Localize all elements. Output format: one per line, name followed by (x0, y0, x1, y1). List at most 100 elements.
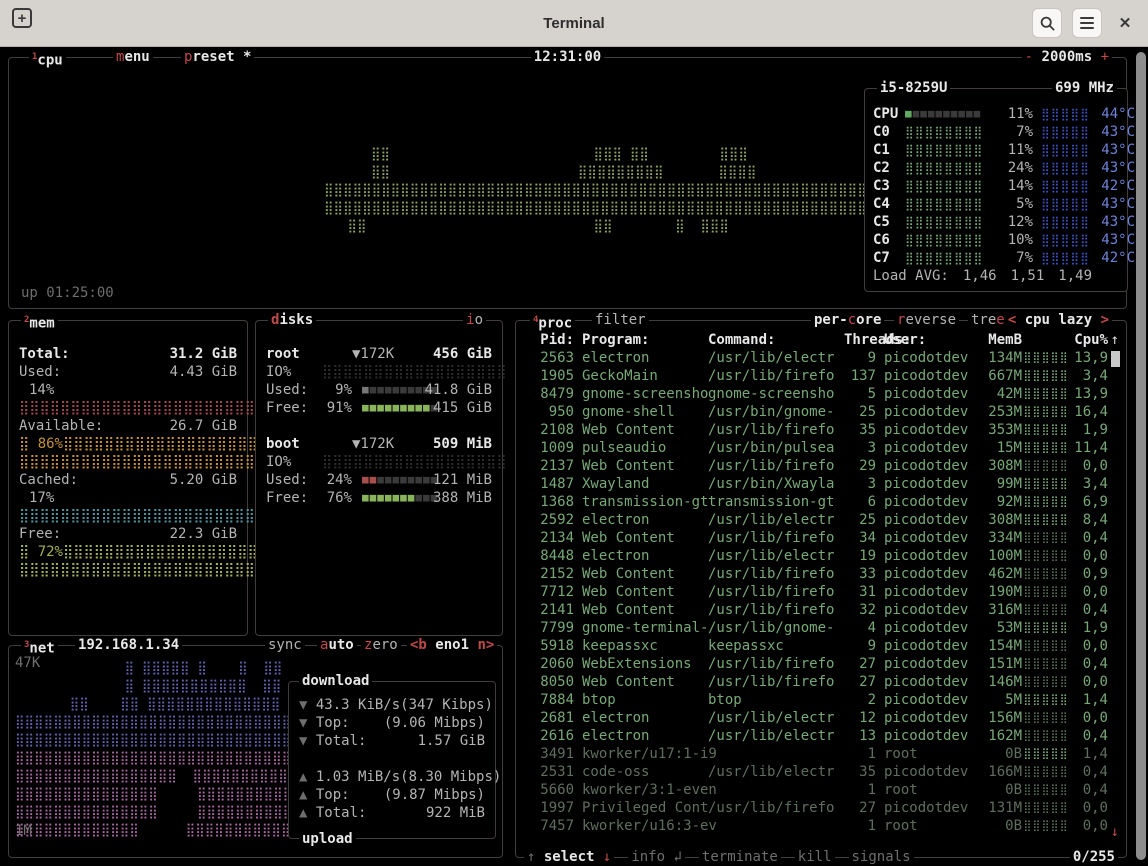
proc-threads: 6 (844, 493, 876, 511)
process-row[interactable]: 1368transmission-gttransmission-gt6picod… (524, 493, 1108, 511)
menu-button[interactable] (1072, 8, 1102, 38)
net-interface-switch[interactable]: <b eno1 n> (407, 636, 497, 654)
sort-right-arrow: > (1101, 312, 1109, 328)
proc-command: keepassxc (708, 637, 844, 655)
proc-threads: 13 (844, 727, 876, 745)
core-temp-graph: ⣿⣿⣿⣿⣿⣿ (1033, 213, 1089, 231)
mem-value: 4.43 GiB (170, 363, 237, 381)
reverse-button[interactable]: reverse (894, 311, 959, 329)
col-program[interactable]: Program: (574, 331, 708, 349)
process-row[interactable]: 2592electron/usr/lib/electr25picodotdev3… (524, 511, 1108, 529)
select-button[interactable]: ↑ select ↓ (524, 848, 614, 866)
net-auto-button[interactable]: auto (317, 636, 357, 654)
process-row[interactable]: 2108Web Content/usr/lib/firefo35picodotd… (524, 421, 1108, 439)
disk-usage-row: Used:24%■■■■■■■■■■121 MiB (266, 471, 492, 489)
process-row[interactable]: 2141Web Content/usr/lib/firefo32picodotd… (524, 601, 1108, 619)
process-row[interactable]: 2134Web Content/usr/lib/firefo34picodotd… (524, 529, 1108, 547)
signals-button[interactable]: signals (849, 848, 914, 866)
process-row[interactable]: 7457kworker/u16:3-ev1root0B⣿⣿⣿⣿⣿0,0 (524, 817, 1108, 835)
process-row[interactable]: 1997Privileged Cont/usr/lib/firefo27pico… (524, 799, 1108, 817)
process-row[interactable]: 2531code-oss/usr/lib/electr35picodotdev1… (524, 763, 1108, 781)
net-info-value: (347 Kibps) (400, 696, 493, 714)
process-row[interactable]: 5660kworker/3:1-even1root0B⣿⣿⣿⣿⣿0,4 (524, 781, 1108, 799)
proc-command: /usr/lib/firefo (708, 583, 844, 601)
core-name: C1 (873, 141, 905, 159)
proc-cpu: 3,4 (1070, 475, 1108, 493)
terminal-scrollbar-thumb[interactable] (1136, 52, 1146, 860)
proc-scroll-down-icon[interactable]: ↓ (1111, 824, 1119, 840)
net-info-label: ▼ 43.3 KiB/s (299, 696, 400, 714)
disk-name: boot (266, 436, 300, 452)
proc-threads: 35 (844, 421, 876, 439)
disk-io-rate[interactable]: ▼172K (352, 435, 394, 453)
process-row[interactable]: 2060WebExtensions/usr/lib/firefo27picodo… (524, 655, 1108, 673)
process-row[interactable]: 7799gnome-terminal-/usr/lib/gnome-4picod… (524, 619, 1108, 637)
proc-scroll-up-icon[interactable]: ↑ (1111, 332, 1119, 348)
net-zero-button[interactable]: zero (361, 636, 401, 654)
process-row[interactable]: 2137Web Content/usr/lib/firefo29picodotd… (524, 457, 1108, 475)
proc-program: Web Content (574, 601, 708, 619)
disk-io-rate[interactable]: ▼172K (352, 345, 394, 363)
net-info-label: ▲ 1.03 MiB/s (299, 768, 400, 786)
process-row[interactable]: 2616electron/usr/lib/electr13picodotdev1… (524, 727, 1108, 745)
proc-cpu: 0,9 (1070, 565, 1108, 583)
filter-button[interactable]: filter (592, 311, 649, 329)
process-row[interactable]: 7884btopbtop2picodotdev5M⣿⣿⣿⣿⣿1,4 (524, 691, 1108, 709)
update-interval[interactable]: - 2000ms + (1022, 48, 1112, 66)
net-info-row: ▲ Top:(9.87 Mibps) (299, 786, 485, 804)
core-temperature: 44°C (1089, 105, 1135, 123)
proc-cpu: 0,0 (1070, 673, 1108, 691)
process-row[interactable]: 8448electron/usr/lib/electr19picodotdev1… (524, 547, 1108, 565)
mem-percent: 86% (38, 436, 63, 452)
col-command[interactable]: Command: (708, 331, 844, 349)
disk-usage-label: Used: (266, 382, 308, 398)
io-mode-button[interactable]: io (463, 311, 486, 329)
process-row[interactable]: 1905GeckoMain/usr/lib/firefo137picodotde… (524, 367, 1108, 385)
process-row[interactable]: 7712Web Content/usr/lib/firefo31picodotd… (524, 583, 1108, 601)
preset-button[interactable]: preset * (181, 48, 254, 66)
kill-button[interactable]: kill (795, 848, 835, 866)
terminate-button[interactable]: terminate (699, 848, 781, 866)
process-row[interactable]: 2152Web Content/usr/lib/firefo33picodotd… (524, 565, 1108, 583)
col-user[interactable]: User: (876, 331, 976, 349)
proc-scrollbar-thumb[interactable] (1111, 351, 1120, 367)
net-sync-button[interactable]: sync (265, 636, 305, 654)
menu-button-btop[interactable]: menu (113, 48, 153, 66)
col-memb[interactable]: MemB (976, 331, 1022, 349)
terminal-scrollbar[interactable] (1135, 52, 1147, 860)
search-button[interactable] (1032, 8, 1062, 38)
process-row[interactable]: 8479gnome-screenshognome-screensho5picod… (524, 385, 1108, 403)
disk-header-row: boot▼172K509 MiB (266, 435, 492, 453)
process-row[interactable]: 950gnome-shell/usr/bin/gnome-25picodotde… (524, 403, 1108, 421)
net-box-title[interactable]: 3net (21, 636, 58, 654)
proc-box-title[interactable]: 4proc (530, 311, 575, 329)
close-button[interactable]: ✕ (1112, 8, 1138, 38)
proc-cpu-graph: ⣿⣿⣿⣿⣿ (1022, 529, 1070, 547)
proc-mem: 154M (976, 637, 1022, 655)
info-button[interactable]: info ↲ (628, 848, 685, 866)
col-cpu[interactable]: Cpu% (1070, 331, 1108, 349)
col-threads[interactable]: Threads: (844, 331, 876, 349)
process-row[interactable]: 2681electron/usr/lib/electr12picodotdev1… (524, 709, 1108, 727)
col-pid[interactable]: Pid: (524, 331, 574, 349)
mem-box-title[interactable]: 2mem (21, 311, 58, 329)
per-core-button[interactable]: per-core (811, 311, 884, 329)
process-row[interactable]: 3491kworker/u17:1-i91root0B⣿⣿⣿⣿⣿1,4 (524, 745, 1108, 763)
cpu-box-title[interactable]: 1cpu (29, 48, 66, 66)
mem-percent: 14% (19, 382, 54, 398)
process-row[interactable]: 1009pulseaudio/usr/bin/pulsea3picodotdev… (524, 439, 1108, 457)
disks-box-title[interactable]: disks (268, 311, 316, 329)
tree-button[interactable]: tree (968, 311, 1008, 329)
process-row[interactable]: 5918keepassxckeepassxc9picodotdev154M⣿⣿⣿… (524, 637, 1108, 655)
process-row[interactable]: 1487Xwayland/usr/bin/Xwayla3picodotdev99… (524, 475, 1108, 493)
process-row[interactable]: 2563electron/usr/lib/electr9picodotdev13… (524, 349, 1108, 367)
proc-program: GeckoMain (574, 367, 708, 385)
proc-mem: 151M (976, 655, 1022, 673)
proc-mem: 667M (976, 367, 1022, 385)
sort-selector[interactable]: < cpu lazy > (1005, 311, 1112, 329)
proc-program: kworker/u16:3-ev (574, 817, 708, 835)
proc-program: WebExtensions (574, 655, 708, 673)
process-row[interactable]: 8050Web Content/usr/lib/firefo27picodotd… (524, 673, 1108, 691)
new-tab-button[interactable]: + (12, 8, 32, 28)
net-info-value: (9.06 Mibps) (384, 714, 485, 732)
